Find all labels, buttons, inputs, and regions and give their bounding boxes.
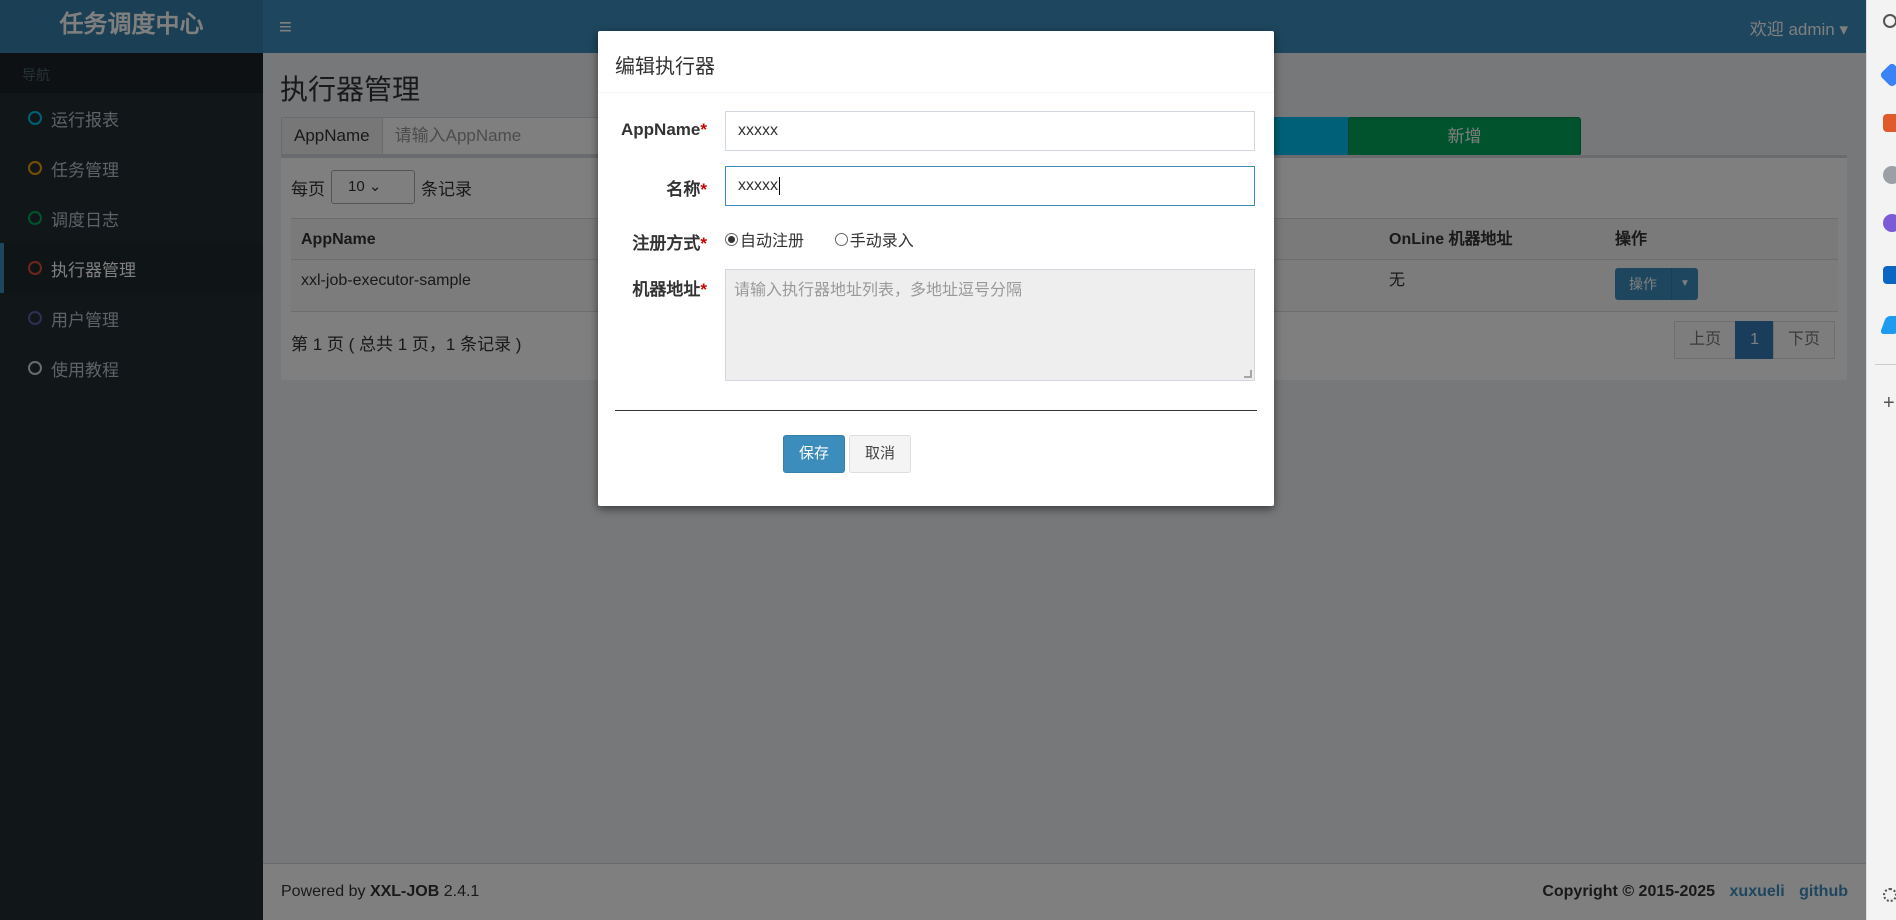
radio-manual-label: 手动录入 <box>849 233 914 250</box>
name-row: 名称* xxxxx <box>615 166 1255 206</box>
registry-radio-group: 自动注册 手动录入 <box>725 225 940 251</box>
outlook-icon[interactable] <box>1883 266 1896 284</box>
toolbox-icon[interactable] <box>1883 114 1896 132</box>
radio-unchecked-icon <box>834 232 848 246</box>
text-caret <box>779 176 780 195</box>
radio-checked-icon <box>725 232 738 246</box>
person-icon[interactable] <box>1883 166 1896 184</box>
required-mark: * <box>700 120 707 139</box>
registry-label: 注册方式* <box>615 225 725 254</box>
copilot-icon[interactable] <box>1883 214 1896 232</box>
registry-label-text: 注册方式 <box>632 234 701 253</box>
appname-label-text: AppName <box>621 120 701 139</box>
required-mark: * <box>700 180 707 199</box>
radio-auto-register[interactable]: 自动注册 <box>725 227 804 251</box>
registry-row: 注册方式* 自动注册 手动录入 <box>615 225 940 254</box>
address-placeholder: 请输入执行器地址列表，多地址逗号分隔 <box>734 282 1023 299</box>
cancel-button[interactable]: 取消 <box>849 435 911 473</box>
appname-input[interactable]: xxxxx <box>725 111 1255 151</box>
name-label-text: 名称 <box>666 180 701 199</box>
send-icon[interactable] <box>1879 316 1896 334</box>
address-label-text: 机器地址 <box>632 280 701 299</box>
gear-icon[interactable] <box>1883 888 1896 902</box>
name-input[interactable]: xxxxx <box>725 166 1255 206</box>
plus-icon[interactable]: + <box>1883 393 1896 413</box>
address-row: 机器地址* 请输入执行器地址列表，多地址逗号分隔 <box>615 269 1255 381</box>
search-icon[interactable] <box>1883 14 1896 28</box>
edit-executor-modal: 编辑执行器 AppName* xxxxx 名称* xxxxx 注册方式* 自动注… <box>598 31 1274 506</box>
radio-manual-register[interactable]: 手动录入 <box>834 227 914 251</box>
modal-title: 编辑执行器 <box>598 31 1274 93</box>
address-textarea[interactable]: 请输入执行器地址列表，多地址逗号分隔 <box>725 269 1255 381</box>
required-mark: * <box>700 234 707 253</box>
diamond-icon[interactable] <box>1879 62 1896 88</box>
appname-row: AppName* xxxxx <box>615 111 1255 151</box>
required-mark: * <box>700 280 707 299</box>
form-divider <box>615 410 1257 411</box>
address-label: 机器地址* <box>615 269 725 300</box>
radio-auto-label: 自动注册 <box>740 233 805 250</box>
divider-line <box>1875 364 1896 365</box>
appname-label: AppName* <box>615 111 725 140</box>
browser-side-rail: + <box>1866 0 1896 920</box>
name-input-value: xxxxx <box>738 177 778 194</box>
resize-handle-icon[interactable] <box>1244 370 1252 378</box>
save-button[interactable]: 保存 <box>783 435 845 473</box>
name-label: 名称* <box>615 166 725 200</box>
